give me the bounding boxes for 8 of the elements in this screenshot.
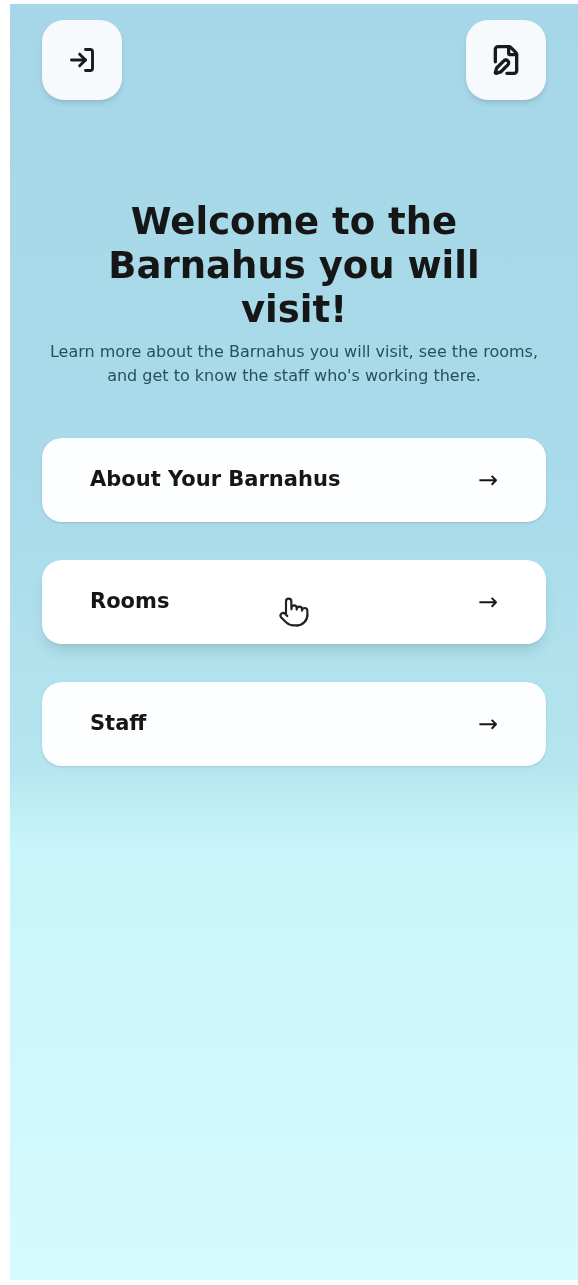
welcome-title: Welcome to the Barnahus you will visit! — [107, 200, 481, 332]
menu-card[interactable]: Rooms → — [42, 560, 546, 644]
menu-card[interactable]: About Your Barnahus → — [42, 438, 546, 522]
menu-card[interactable]: Staff → — [42, 682, 546, 766]
welcome-description: Learn more about the Barnahus you will visit, see the rooms, and get to know the staff who's working there. — [48, 341, 540, 387]
arrow-icon: → — [477, 584, 498, 620]
arrow-icon: → — [477, 462, 498, 498]
arrow-icon: → — [477, 706, 498, 742]
